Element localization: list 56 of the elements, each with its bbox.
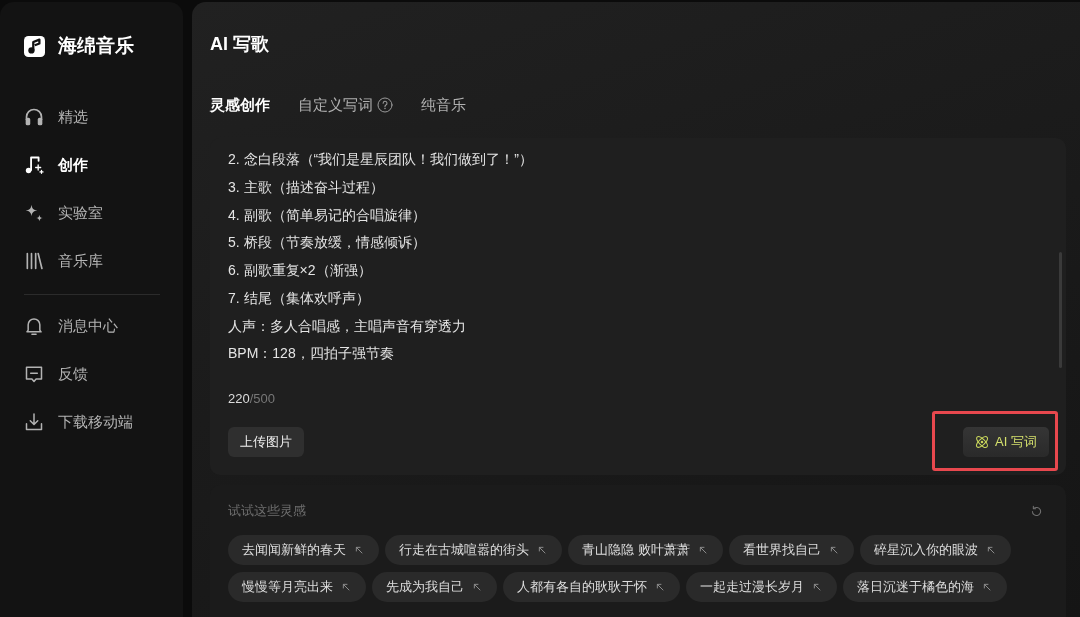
download-icon xyxy=(24,412,44,432)
nav-item[interactable]: 消息中心 xyxy=(0,306,183,346)
prompt-text-line: 5. 桥段（节奏放缓，情感倾诉） xyxy=(228,233,426,253)
sparkle-icon xyxy=(24,203,44,223)
prompt-input-field[interactable]: 2. 念白段落（“我们是星辰团队！我们做到了！”） 3. 主歌（描述奋斗过程） 4. 副歌（简单易记的合唱旋律） 5. 桥段（节奏放缓，情感倾诉） 6. 副歌重复×2（渐强） 7. 结尾（集体欢呼声） 人声：多人合唱感，主唱声音有穿透力 BPM：128，四拍子强节奏 220/500 上传图片 AI 写词 xyxy=(210,138,1066,475)
ai-lyrics-button[interactable]: AI 写词 xyxy=(963,427,1049,457)
bell-icon xyxy=(24,316,44,336)
arrow-icon xyxy=(986,546,995,554)
suggestion-chip[interactable]: 落日沉迷于橘色的海 xyxy=(843,572,1007,602)
suggestion-chip[interactable]: 去闻闻新鲜的春天 xyxy=(228,535,379,565)
nav-item[interactable]: 精选 xyxy=(0,97,183,137)
tab[interactable]: 自定义写词 xyxy=(298,95,393,115)
atom-icon xyxy=(975,435,990,449)
prompt-text-line: 3. 主歌（描述奋斗过程） xyxy=(228,177,384,197)
arrow-icon xyxy=(983,583,991,591)
prompt-text-line: 4. 副歌（简单易记的合唱旋律） xyxy=(228,205,426,225)
music-note-icon xyxy=(24,155,44,175)
char-limit: /500 xyxy=(249,391,275,406)
logo-icon xyxy=(24,35,45,57)
suggestions-title: 试试这些灵感 xyxy=(228,503,306,519)
headphones-icon xyxy=(24,107,44,127)
prompt-text-line: 6. 副歌重复×2（渐强） xyxy=(228,261,372,280)
suggestion-chip[interactable]: 人都有各自的耿耿于怀 xyxy=(503,572,680,602)
arrow-icon xyxy=(656,583,664,591)
nav-item[interactable]: 实验室 xyxy=(0,193,183,233)
arrow-icon xyxy=(355,546,363,554)
arrow-icon xyxy=(829,546,838,554)
suggestion-chip[interactable]: 碎星沉入你的眼波 xyxy=(859,535,1011,565)
refresh-icon[interactable] xyxy=(1030,504,1043,518)
suggestion-chip[interactable]: 青山隐隐 败叶萧萧 xyxy=(568,535,723,565)
suggestion-chip[interactable]: 慢慢等月亮出来 xyxy=(228,572,366,602)
arrow-icon xyxy=(538,546,546,554)
arrow-icon xyxy=(698,546,707,554)
suggestion-chip[interactable]: 一起走过漫长岁月 xyxy=(686,572,837,602)
prompt-text-line: 人声：多人合唱感，主唱声音有穿透力 xyxy=(228,316,466,336)
prompt-text-line: 2. 念白段落（“我们是星辰团队！我们做到了！”） xyxy=(228,150,533,169)
library-icon xyxy=(24,251,44,271)
brand-name: 海绵音乐 xyxy=(58,34,134,58)
suggestion-chip[interactable]: 行走在古城喧嚣的街头 xyxy=(385,535,562,565)
tab[interactable]: 纯音乐 xyxy=(421,95,466,115)
nav-item[interactable]: 创作 xyxy=(0,145,183,185)
arrow-icon xyxy=(473,583,481,591)
suggestion-chip[interactable]: 先成为我自己 xyxy=(372,572,497,602)
arrow-icon xyxy=(342,583,350,591)
prompt-text-line: BPM：128，四拍子强节奏 xyxy=(228,344,394,364)
upload-image-button[interactable]: 上传图片 xyxy=(228,427,304,457)
prompt-text-line: 7. 结尾（集体欢呼声） xyxy=(228,288,370,308)
suggestion-chip[interactable]: 看世界找自己 xyxy=(728,535,854,565)
message-icon xyxy=(24,364,44,384)
arrow-icon xyxy=(813,583,821,591)
nav-item[interactable]: 反馈 xyxy=(0,354,183,394)
page-title: AI 写歌 xyxy=(210,33,269,56)
nav-item[interactable]: 下载移动端 xyxy=(0,402,183,442)
nav-item[interactable]: 音乐库 xyxy=(0,241,183,281)
tab[interactable]: 灵感创作 xyxy=(210,95,270,115)
char-count: 220 xyxy=(228,391,250,406)
